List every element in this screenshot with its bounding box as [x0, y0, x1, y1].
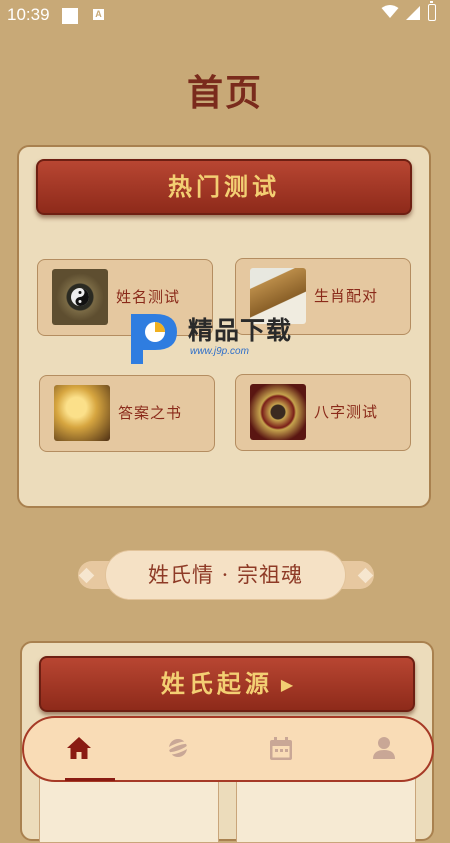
nav-home[interactable] — [54, 718, 115, 781]
nav-active-indicator — [65, 778, 115, 781]
watermark-text: 精品下载 — [188, 316, 293, 345]
name-test-label: 姓名测试 — [116, 288, 181, 306]
nav-calendar[interactable] — [256, 718, 306, 780]
status-time: 10:39 — [7, 5, 50, 24]
bazi-test-card[interactable]: 八字测试 — [235, 374, 411, 451]
watermark-url: www.j9p.com — [190, 346, 249, 357]
user-icon — [373, 737, 395, 759]
bagua-compass-icon — [52, 269, 108, 325]
play-arrow-icon: ▶ — [280, 675, 294, 694]
notification-a-icon: A — [93, 9, 104, 20]
surname-origin-banner[interactable]: 姓氏起源 ▶ — [39, 656, 415, 712]
planet-icon — [165, 739, 191, 757]
bottom-nav — [22, 716, 434, 782]
fengshui-compass-icon — [250, 384, 306, 440]
watermark-logo-icon — [131, 314, 177, 364]
page-title: 首页 — [186, 72, 263, 114]
answer-book-card[interactable]: 答案之书 — [39, 375, 215, 452]
answer-book-label: 答案之书 — [118, 404, 183, 422]
home-icon — [67, 737, 91, 759]
nav-discover[interactable] — [153, 718, 203, 780]
calendar-icon — [270, 737, 292, 760]
glowing-book-icon — [54, 385, 110, 441]
signal-icon — [406, 6, 420, 20]
notification-square-icon — [62, 8, 78, 24]
wifi-icon — [381, 5, 399, 18]
battery-icon — [428, 1, 436, 21]
hot-tests-banner: 热门测试 — [36, 159, 412, 215]
nav-profile[interactable] — [359, 718, 409, 780]
zodiac-match-label: 生肖配对 — [314, 287, 379, 305]
status-bar: 10:39 A — [0, 0, 450, 30]
bazi-test-label: 八字测试 — [314, 403, 379, 421]
surname-origin-title: 姓氏起源 — [160, 669, 273, 698]
slogan-pill: 姓氏情 · 宗祖魂 — [105, 550, 346, 600]
